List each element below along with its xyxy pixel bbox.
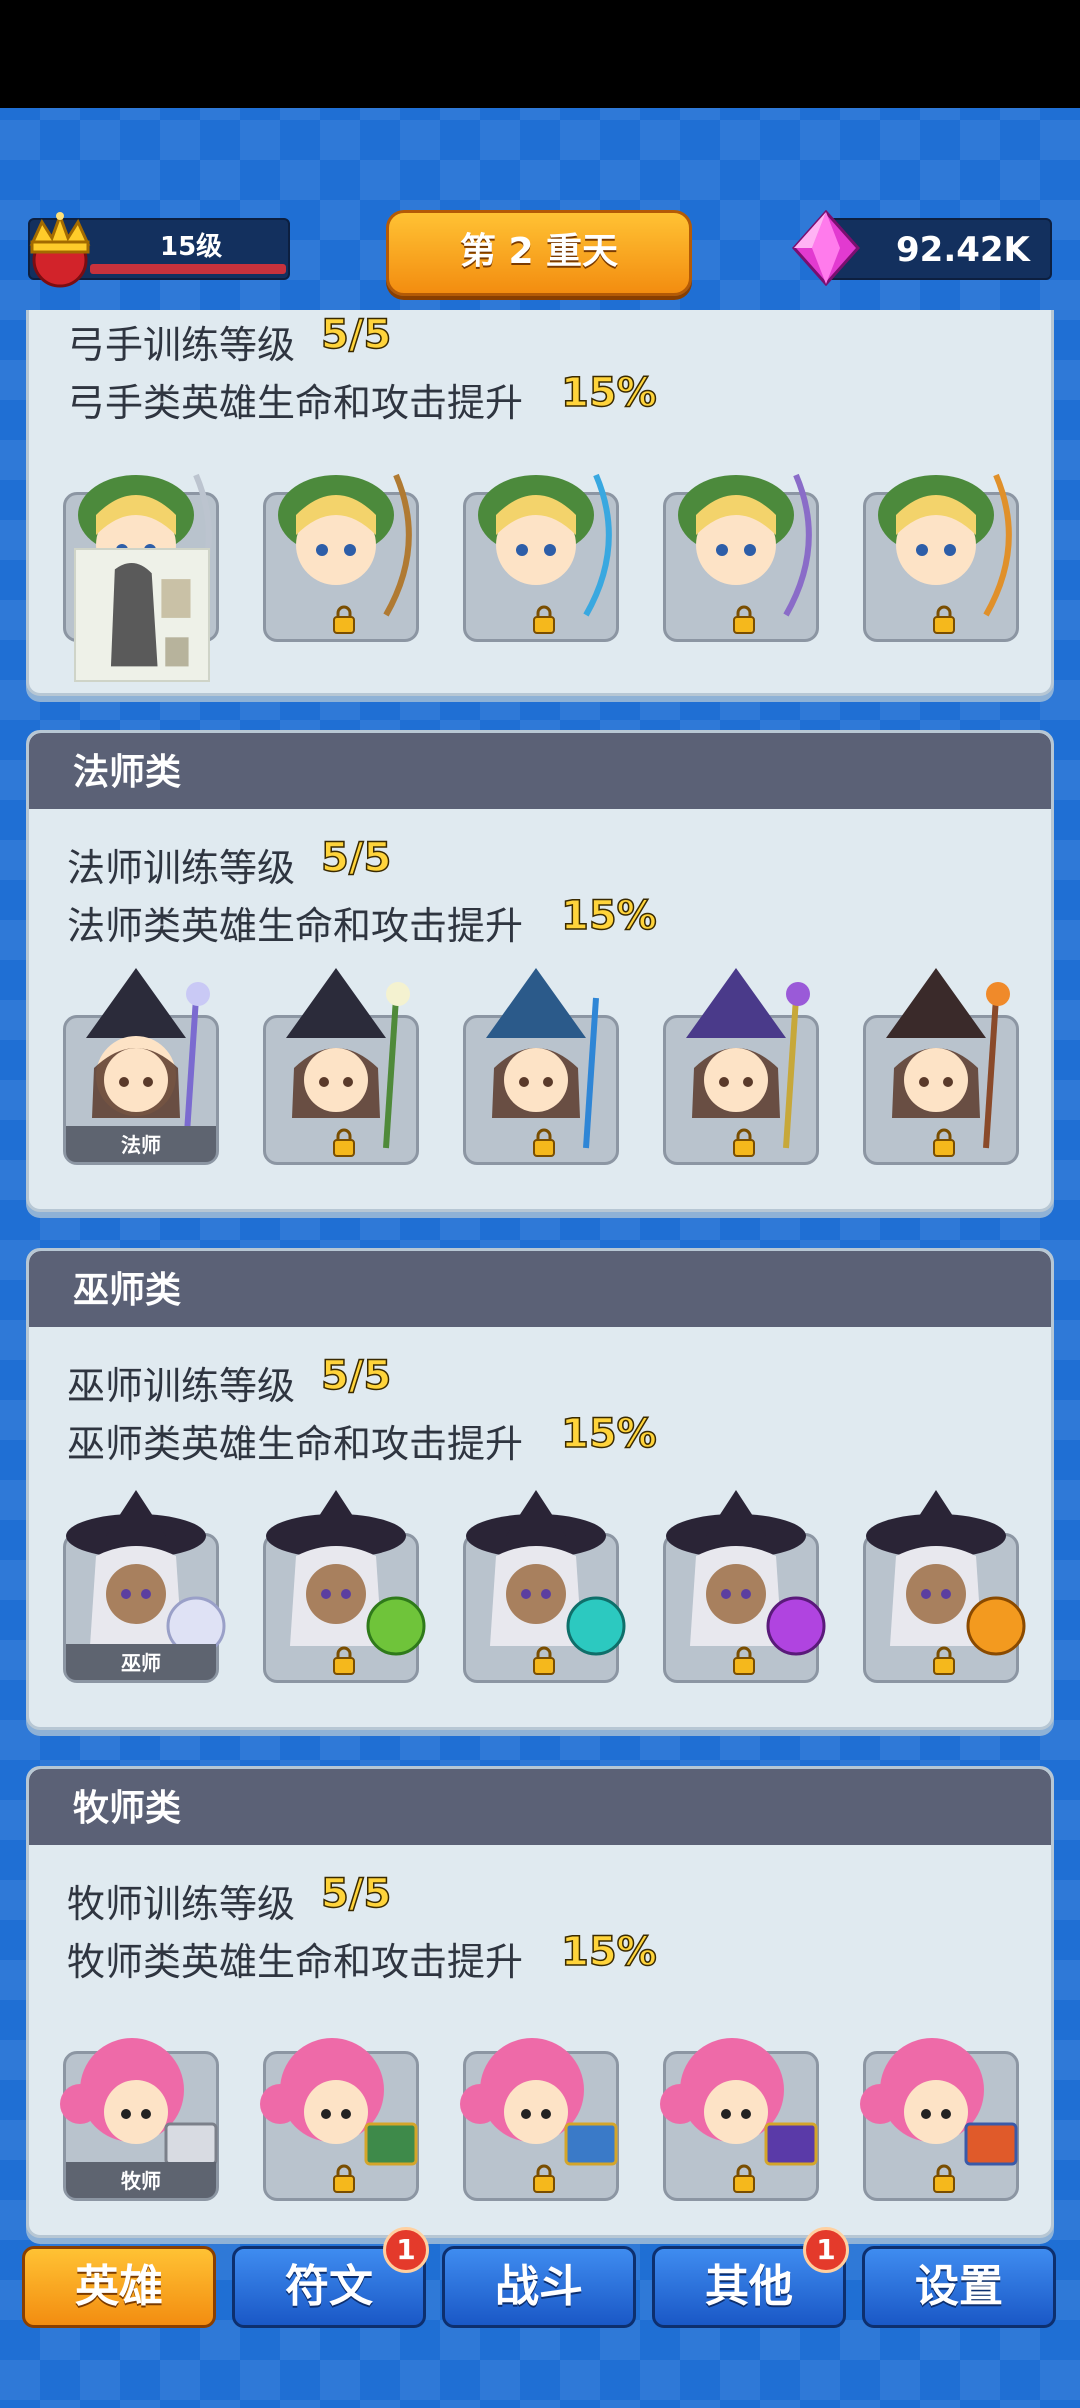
status-bar [0,0,1080,108]
hero-card-archer-4[interactable] [663,473,819,642]
lock-icon [333,1646,355,1675]
hero-card-archer-5[interactable] [863,473,1019,642]
photo-thumbnail-image [74,548,210,682]
lock-icon [733,1128,755,1157]
archer-boost-label: 弓手类英雄生命和攻击提升 [67,381,524,425]
hero-card-mage-1[interactable]: 法师 [63,968,219,1165]
hero-card-mage-2[interactable] [263,968,419,1165]
hero-card-priest-2[interactable] [260,2038,419,2201]
stage-button[interactable]: 第 2 重天 [386,210,692,296]
nav-heroes-button[interactable]: 英雄 [22,2246,216,2328]
hero-card-priest-3[interactable] [460,2038,619,2201]
hero-card-archer-3[interactable] [463,473,619,642]
exp-bar [90,264,286,274]
warlock-boost-label: 巫师类英雄生命和攻击提升 [67,1422,524,1466]
crown-icon [29,211,91,288]
nav-runes-button[interactable]: 符文 1 [232,2227,429,2328]
lock-icon [333,1128,355,1157]
lock-icon [533,1128,555,1157]
hero-card-mage-3[interactable] [463,968,619,1165]
lock-icon [333,2164,355,2193]
mage-hero-row: 法师 [29,968,1057,1205]
warlock-panel: 巫师类 巫师训练等级 5/5 巫师类英雄生命和攻击提升 15% 巫师 [26,1248,1054,1730]
priest-panel-title: 牧师类 [29,1769,1051,1845]
priest-hero-row: 牧师 [29,2038,1057,2241]
hero-card-priest-5[interactable] [860,2038,1019,2201]
mage-level-value: 5/5 [320,834,392,882]
hero-card-warlock-4[interactable] [663,1490,826,1683]
gem-count: 92.42K [896,230,1030,270]
lock-icon [733,605,755,634]
lock-icon [933,2164,955,2193]
warlock-level-label: 巫师训练等级 [67,1364,296,1408]
lock-icon [533,2164,555,2193]
hero-card-warlock-1[interactable]: 巫师 [63,1490,226,1683]
hero-name-label: 牧师 [66,2162,216,2198]
lock-icon [533,605,555,634]
warlock-level-value: 5/5 [320,1352,392,1400]
mage-boost-label: 法师类英雄生命和攻击提升 [67,904,524,948]
hero-card-archer-2[interactable] [263,473,419,642]
gem-icon [791,210,861,286]
top-hud: 15级 第 2 重天 92.42K [0,200,1080,310]
lock-icon [933,1128,955,1157]
archer-boost-value: 15% [560,369,657,417]
priest-boost-value: 15% [560,1928,657,1976]
mage-boost-value: 15% [560,892,657,940]
priest-panel: 牧师类 牧师训练等级 5/5 牧师类英雄生命和攻击提升 15% 牧师 [26,1766,1054,2238]
hero-card-priest-4[interactable] [660,2038,819,2201]
lock-icon [933,1646,955,1675]
nav-settings-button[interactable]: 设置 [862,2246,1056,2328]
hero-card-warlock-5[interactable] [863,1490,1026,1683]
hero-card-mage-5[interactable] [863,968,1019,1165]
priest-level-value: 5/5 [320,1870,392,1918]
lock-icon [533,1646,555,1675]
notification-badge: 1 [383,2227,429,2273]
nav-runes-label: 符文 [285,2261,373,2312]
hero-card-priest-1[interactable]: 牧师 [60,2038,219,2201]
priest-level-label: 牧师训练等级 [67,1882,296,1926]
warlock-hero-row: 巫师 [29,1490,1057,1723]
archer-level-label: 弓手训练等级 [67,323,296,367]
warlock-boost-value: 15% [560,1410,657,1458]
archer-level-value: 5/5 [320,311,392,359]
nav-other-label: 其他 [705,2261,793,2312]
mage-panel-title: 法师类 [29,733,1051,809]
warlock-panel-title: 巫师类 [29,1251,1051,1327]
lock-icon [933,605,955,634]
nav-battle-button[interactable]: 战斗 [442,2246,636,2328]
nav-other-button[interactable]: 其他 1 [652,2227,849,2328]
lock-icon [733,1646,755,1675]
hero-card-warlock-3[interactable] [463,1490,626,1683]
hero-card-warlock-2[interactable] [263,1490,426,1683]
mage-level-label: 法师训练等级 [67,846,296,890]
hero-card-mage-4[interactable] [663,968,819,1165]
hero-name-label: 巫师 [66,1644,216,1680]
mage-panel: 法师类 法师训练等级 5/5 法师类英雄生命和攻击提升 15% 法师 [26,730,1054,1212]
lock-icon [333,605,355,634]
player-level: 15级 [160,232,223,262]
bottom-nav: 英雄 符文 1 战斗 其他 1 设置 [0,2227,1080,2332]
notification-badge: 1 [803,2227,849,2273]
hero-name-label: 法师 [66,1126,216,1162]
priest-boost-label: 牧师类英雄生命和攻击提升 [67,1940,524,1984]
lock-icon [733,2164,755,2193]
